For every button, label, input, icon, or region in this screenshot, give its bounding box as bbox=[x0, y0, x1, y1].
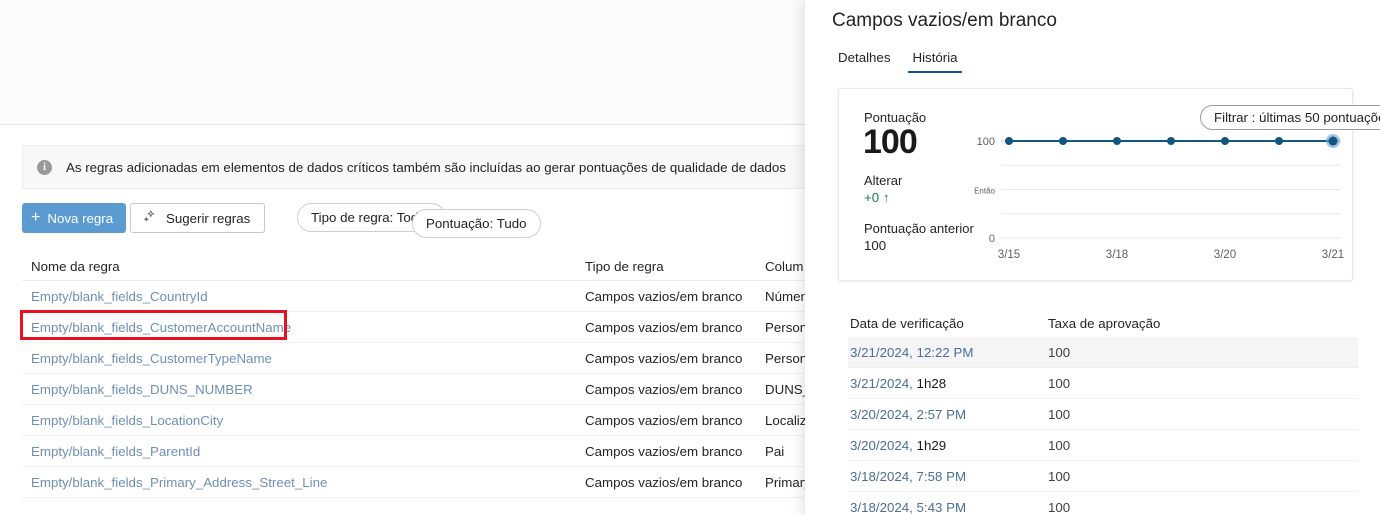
y-axis-tick-label: 100 bbox=[977, 136, 995, 148]
score-filter-label: Pontuação: Tudo bbox=[426, 216, 527, 231]
history-row[interactable]: 3/18/2024, 5:43 PM 100 bbox=[848, 492, 1358, 515]
rule-name-link[interactable]: Empty/blank_fields_CustomerAccountName bbox=[22, 320, 585, 335]
y-axis-tick-label: Então bbox=[974, 187, 995, 196]
new-rule-button[interactable]: + Nova regra bbox=[22, 203, 127, 233]
check-date-cell[interactable]: 3/18/2024, 5:43 PM bbox=[848, 500, 1048, 515]
history-row[interactable]: 3/20/2024, 2:57 PM 100 bbox=[848, 399, 1358, 430]
rule-name-link[interactable]: Empty/blank_fields_DUNS_NUMBER bbox=[22, 382, 585, 397]
pass-rate-cell: 100 bbox=[1048, 499, 1071, 515]
history-table-header: Data de verificação Taxa de aprovação bbox=[848, 310, 1358, 337]
rule-type-cell: Campos vazios/em branco bbox=[585, 443, 743, 459]
check-date-cell[interactable]: 3/21/2024, 12:22 PM bbox=[848, 345, 1048, 360]
details-panel: Campos vazios/em branco Detalhes Históri… bbox=[805, 0, 1380, 515]
rule-name-link[interactable]: Empty/blank_fields_CountryId bbox=[22, 289, 585, 304]
chart-data-point[interactable] bbox=[1167, 137, 1175, 145]
y-axis-tick-label: 0 bbox=[989, 233, 995, 245]
suggest-rules-label: Sugerir regras bbox=[166, 210, 251, 226]
score-value: 100 bbox=[863, 123, 918, 161]
new-rule-label: Nova regra bbox=[47, 210, 114, 226]
info-banner-text: As regras adicionadas em elementos de da… bbox=[66, 159, 786, 175]
score-history-chart: 100 Então 0 3/15 3/18 3/20 3/21 bbox=[949, 131, 1347, 266]
history-row[interactable]: 3/21/2024, 12:22 PM 100 bbox=[848, 337, 1358, 368]
x-axis-tick-label: 3/18 bbox=[1106, 249, 1128, 261]
check-date-text: 3/20/2024, bbox=[850, 437, 917, 453]
pass-rate-cell: 100 bbox=[1048, 437, 1071, 453]
rule-type-cell: Campos vazios/em branco bbox=[585, 350, 743, 366]
chart-filter-pill[interactable]: Filtrar : últimas 50 pontuações bbox=[1200, 105, 1380, 130]
app-root: i As regras adicionadas em elementos de … bbox=[0, 0, 1380, 515]
chart-data-point[interactable] bbox=[1328, 136, 1338, 146]
chart-data-point[interactable] bbox=[1275, 137, 1283, 145]
check-date-cell[interactable]: 3/18/2024, 7:58 PM bbox=[848, 469, 1048, 484]
history-table: Data de verificação Taxa de aprovação 3/… bbox=[848, 310, 1358, 515]
info-icon: i bbox=[37, 159, 52, 175]
history-row[interactable]: 3/18/2024, 7:58 PM 100 bbox=[848, 461, 1358, 492]
pass-rate-cell: 100 bbox=[1048, 375, 1071, 391]
history-row[interactable]: 3/20/2024, 1h29 100 bbox=[848, 430, 1358, 461]
chart-data-point[interactable] bbox=[1221, 137, 1229, 145]
rule-type-cell: Campos vazios/em branco bbox=[585, 412, 743, 428]
chart-data-point[interactable] bbox=[1113, 137, 1121, 145]
tab-detalhes[interactable]: Detalhes bbox=[834, 50, 894, 73]
change-label: Alterar bbox=[864, 173, 903, 188]
rule-type-cell: Campos vazios/em branco bbox=[585, 381, 743, 397]
rule-name-link[interactable]: Empty/blank_fields_CustomerTypeName bbox=[22, 351, 585, 366]
x-axis-tick-label: 3/15 bbox=[998, 249, 1020, 261]
pass-rate-cell: 100 bbox=[1048, 344, 1071, 360]
x-axis-tick-label: 3/20 bbox=[1214, 249, 1236, 261]
column-header-pass-rate[interactable]: Taxa de aprovação bbox=[1048, 316, 1248, 331]
rule-type-cell: Campos vazios/em branco bbox=[585, 474, 743, 490]
rule-name-link[interactable]: Empty/blank_fields_Primary_Address_Stree… bbox=[22, 475, 585, 490]
check-date-cell[interactable]: 3/21/2024, 1h28 bbox=[848, 376, 1048, 391]
suggest-rules-button[interactable]: Sugerir regras bbox=[130, 203, 266, 233]
chart-data-point[interactable] bbox=[1059, 137, 1067, 145]
check-date-cell[interactable]: 3/20/2024, 2:57 PM bbox=[848, 407, 1048, 422]
plus-icon: + bbox=[31, 209, 41, 226]
column-header-check-date[interactable]: Data de verificação bbox=[848, 316, 1048, 331]
x-axis-tick-label: 3/21 bbox=[1322, 249, 1344, 261]
rule-type-cell: Campos vazios/em branco bbox=[585, 288, 743, 304]
check-date-cell[interactable]: 3/20/2024, 1h29 bbox=[848, 438, 1048, 453]
panel-title: Campos vazios/em branco bbox=[832, 10, 1057, 31]
tab-historia[interactable]: História bbox=[908, 50, 962, 73]
check-time-text: 1h28 bbox=[916, 375, 947, 391]
score-filter-pill[interactable]: Pontuação: Tudo bbox=[412, 209, 541, 238]
column-header-rule-name[interactable]: Nome da regra bbox=[22, 259, 585, 274]
chart-filter-label: Filtrar : últimas 50 pontuações bbox=[1214, 110, 1380, 125]
pass-rate-cell: 100 bbox=[1048, 468, 1071, 484]
rule-name-link[interactable]: Empty/blank_fields_ParentId bbox=[22, 444, 585, 459]
pass-rate-cell: 100 bbox=[1048, 406, 1071, 422]
score-card: Pontuação 100 Alterar +0 ↑ Pontuação ant… bbox=[838, 88, 1380, 281]
change-value: +0 ↑ bbox=[864, 190, 890, 205]
history-table-body: 3/21/2024, 12:22 PM 100 3/21/2024, 1h28 100… bbox=[848, 337, 1358, 515]
sparkle-icon bbox=[142, 209, 157, 227]
chart-data-point[interactable] bbox=[1005, 137, 1013, 145]
panel-tabs: Detalhes História bbox=[834, 50, 962, 73]
previous-score-value: 100 bbox=[864, 238, 887, 253]
rule-type-cell: Campos vazios/em branco bbox=[585, 319, 743, 335]
history-row[interactable]: 3/21/2024, 1h28 100 bbox=[848, 368, 1358, 399]
check-date-text: 3/21/2024, bbox=[850, 375, 917, 391]
check-time-text: 1h29 bbox=[916, 437, 947, 453]
rule-name-link[interactable]: Empty/blank_fields_LocationCity bbox=[22, 413, 585, 428]
column-header-rule-type[interactable]: Tipo de regra bbox=[585, 259, 765, 274]
score-history-chart-svg: 100 Então 03/15 3/18 3/20 3/21 bbox=[974, 134, 1344, 261]
